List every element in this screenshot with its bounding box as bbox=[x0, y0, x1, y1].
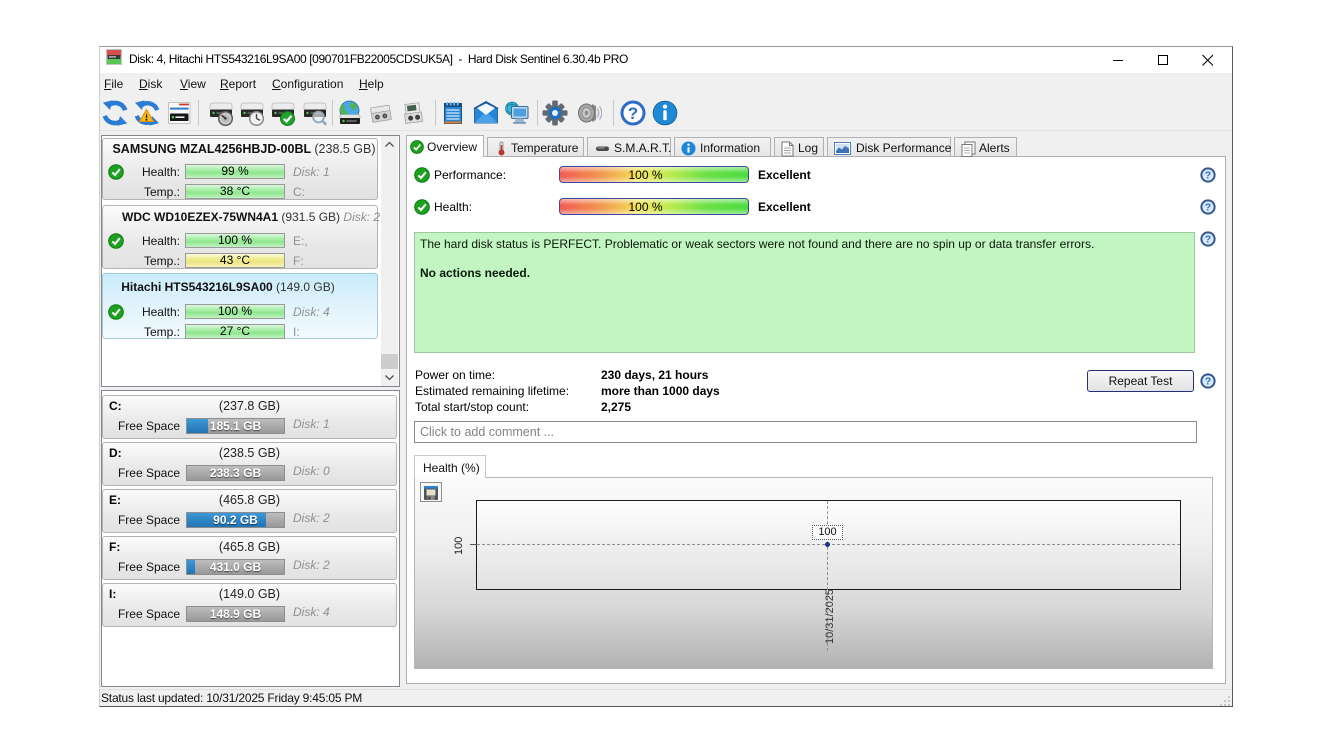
svg-text:?: ? bbox=[1205, 376, 1211, 388]
svg-text:?: ? bbox=[1205, 202, 1211, 214]
svg-text:?: ? bbox=[1205, 170, 1211, 182]
svg-text:?: ? bbox=[1205, 234, 1211, 246]
svg-text:?: ? bbox=[628, 104, 638, 123]
